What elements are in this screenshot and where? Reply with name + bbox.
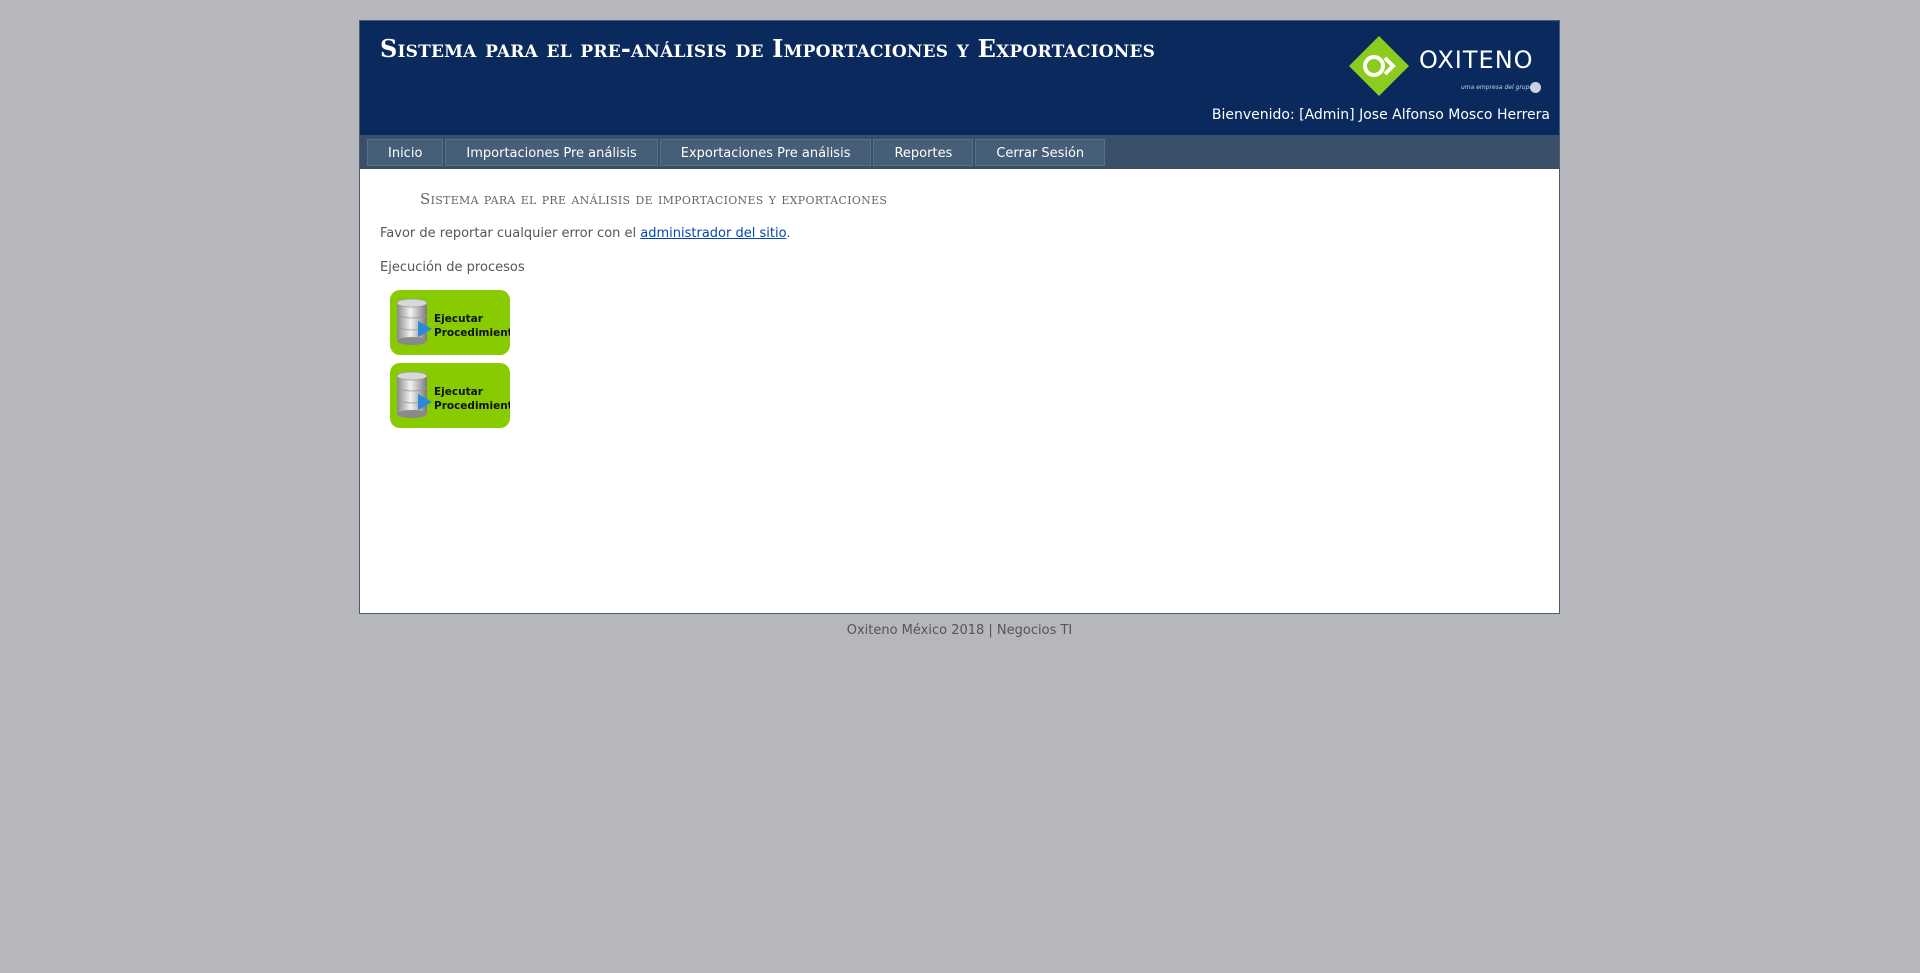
logo-tagline: uma empresa del grupo bbox=[1461, 84, 1534, 91]
group-seal-icon bbox=[1530, 82, 1541, 93]
admin-link[interactable]: administrador del sitio bbox=[640, 226, 786, 241]
database-play-icon bbox=[396, 371, 432, 418]
main-nav: Inicio Importaciones Pre análisis Exportac… bbox=[359, 135, 1560, 169]
report-message: Favor de reportar cualquier error con el… bbox=[380, 226, 790, 241]
report-prefix: Favor de reportar cualquier error con el bbox=[380, 226, 641, 241]
button-line-1: Ejecutar bbox=[434, 313, 483, 325]
nav-item-exportaciones[interactable]: Exportaciones Pre análisis bbox=[659, 139, 872, 166]
button-line-2: Procedimiento bbox=[434, 327, 510, 339]
nav-item-importaciones[interactable]: Importaciones Pre análisis bbox=[445, 139, 658, 166]
nav-item-cerrar-sesion[interactable]: Cerrar Sesión bbox=[975, 139, 1106, 166]
welcome-message: Bienvenido: [Admin] Jose Alfonso Mosco H… bbox=[1211, 107, 1550, 123]
site-title: Sistema para el pre-análisis de Importac… bbox=[380, 34, 1156, 63]
nav-item-reportes[interactable]: Reportes bbox=[873, 139, 974, 166]
database-play-icon bbox=[396, 298, 432, 345]
page-title: Sistema para el pre análisis de importac… bbox=[420, 190, 888, 208]
section-label: Ejecución de procesos bbox=[380, 260, 525, 275]
execute-procedure-button-2[interactable]: Ejecutar Procedimiento bbox=[390, 363, 510, 428]
report-suffix: . bbox=[786, 226, 791, 241]
oxiteno-logo-icon bbox=[1349, 36, 1409, 96]
header: Sistema para el pre-análisis de Importac… bbox=[359, 20, 1560, 135]
main-content: Sistema para el pre análisis de importac… bbox=[359, 169, 1560, 614]
execute-procedure-button-1[interactable]: Ejecutar Procedimiento bbox=[390, 290, 510, 355]
button-line-1: Ejecutar bbox=[434, 386, 483, 398]
execute-procedure-label-1: Ejecutar Procedimiento bbox=[434, 312, 510, 340]
logo-text: OXITENO bbox=[1419, 46, 1534, 74]
page-container: Sistema para el pre-análisis de Importac… bbox=[359, 20, 1560, 638]
execute-procedure-label-2: Ejecutar Procedimiento bbox=[434, 385, 510, 413]
button-line-2: Procedimiento bbox=[434, 400, 510, 412]
nav-item-inicio[interactable]: Inicio bbox=[367, 139, 444, 166]
oxiteno-logo: OXITENO uma empresa del grupo bbox=[1347, 34, 1543, 98]
footer: Oxiteno México 2018 | Negocios TI bbox=[846, 623, 1073, 638]
